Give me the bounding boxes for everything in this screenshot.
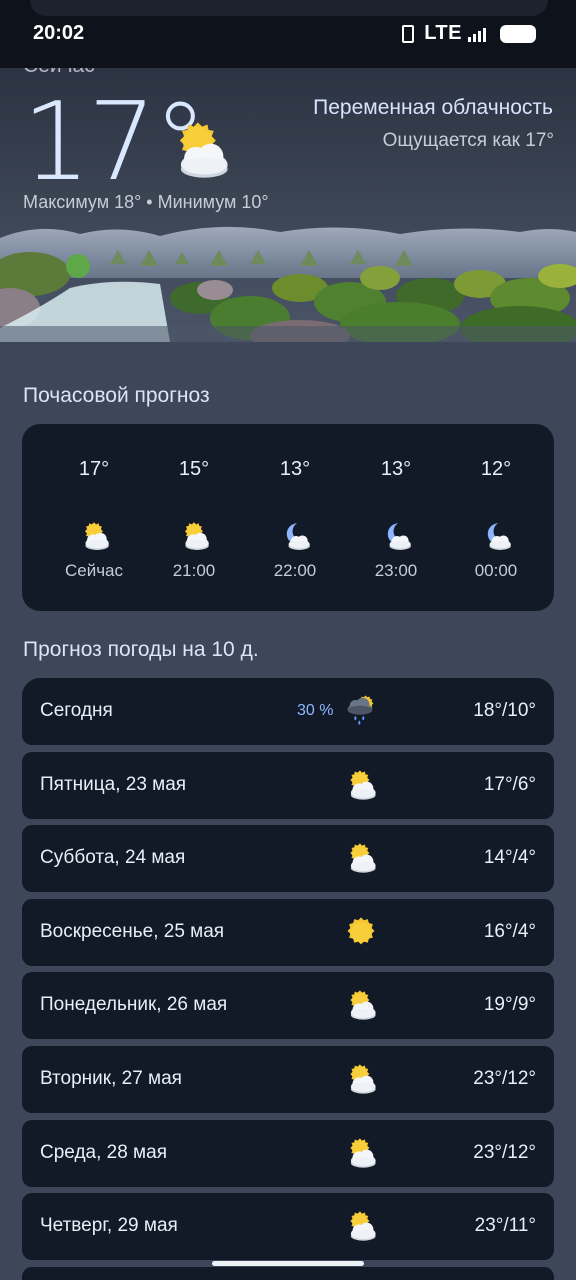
status-icons: LTE — [402, 22, 536, 45]
precipitation-chance: 30 % — [297, 702, 334, 719]
status-bar: 20:02 LTE — [0, 0, 576, 68]
day-name: Среда, 28 мая — [40, 1142, 167, 1163]
hourly-forecast-card[interactable]: 17° Сейчас 15° 21:00 13° 22:00 13° 23:00… — [22, 424, 554, 611]
day-name: Сегодня — [40, 700, 113, 721]
hourly-temp: 12° — [480, 458, 512, 480]
day-name: Воскресенье, 25 мая — [40, 921, 225, 942]
signal-icon — [468, 26, 486, 42]
hourly-time: 22:00 — [273, 561, 317, 580]
battery-icon — [500, 24, 536, 43]
hourly-temp: 17° — [78, 458, 110, 480]
current-condition: Переменная облачность — [313, 96, 553, 119]
daily-row[interactable]: Воскресенье, 25 мая 16°/4° — [22, 899, 554, 966]
day-temps: 14°/4° — [483, 847, 536, 868]
current-weather-hero: Сейчас 17° Переменная облачность Ощущает… — [0, 68, 576, 342]
day-name: Пятница, 23 мая — [40, 774, 187, 795]
day-name: Суббота, 24 мая — [40, 847, 186, 868]
daily-row[interactable]: Пятница, 23 мая 17°/6° — [22, 752, 554, 819]
max-min-temperature: Максимум 18° • Минимум 10° — [23, 192, 269, 212]
daily-row[interactable]: Суббота, 24 мая 14°/4° — [22, 825, 554, 892]
feels-like: Ощущается как 17° — [382, 130, 554, 151]
previous-panel-edge — [30, 0, 548, 16]
partly-cloudy-day-icon — [343, 1061, 379, 1097]
hourly-item: 15° 21:00 — [144, 424, 244, 611]
partly-cloudy-day-icon — [343, 987, 379, 1023]
hourly-item: 17° Сейчас — [44, 424, 144, 611]
landscape-illustration — [0, 226, 576, 342]
partly-cloudy-day-icon — [343, 767, 379, 803]
day-name: Понедельник, 26 мая — [40, 994, 228, 1015]
daily-row-partial[interactable] — [22, 1267, 554, 1280]
partly-cloudy-day-icon — [78, 519, 112, 553]
daily-row[interactable]: Вторник, 27 мая 23°/12° — [22, 1046, 554, 1113]
hourly-time: Сейчас — [64, 561, 124, 580]
hourly-temp: 15° — [178, 458, 210, 480]
daily-row-today[interactable]: Сегодня 30 % 18°/10° — [22, 678, 554, 745]
hourly-time: 23:00 — [374, 561, 418, 580]
hourly-item: 13° 23:00 — [346, 424, 446, 611]
daily-row[interactable]: Четверг, 29 мая 23°/11° — [22, 1193, 554, 1260]
day-temps: 17°/6° — [483, 774, 536, 795]
partly-cloudy-night-icon — [380, 519, 414, 553]
day-name: Четверг, 29 мая — [40, 1215, 178, 1236]
partly-cloudy-day-icon — [166, 116, 234, 184]
daily-row[interactable]: Среда, 28 мая 23°/12° — [22, 1120, 554, 1187]
day-temps: 23°/12° — [473, 1068, 536, 1089]
partly-cloudy-day-icon — [178, 519, 212, 553]
now-label: Сейчас — [23, 68, 95, 78]
partly-cloudy-night-icon — [279, 519, 313, 553]
network-type: LTE — [424, 22, 462, 44]
rain-cloud-icon — [343, 691, 379, 727]
hourly-item: 13° 22:00 — [245, 424, 345, 611]
partly-cloudy-day-icon — [343, 1208, 379, 1244]
daily-forecast-title: Прогноз погоды на 10 д. — [23, 638, 259, 661]
home-indicator[interactable] — [212, 1261, 364, 1266]
hourly-forecast-title: Почасовой прогноз — [23, 384, 210, 407]
day-name: Вторник, 27 мая — [40, 1068, 182, 1089]
hourly-temp: 13° — [279, 458, 311, 480]
partly-cloudy-day-icon — [343, 1135, 379, 1171]
vibrate-icon — [402, 24, 415, 43]
day-temps: 23°/11° — [474, 1215, 536, 1236]
day-temps: 16°/4° — [483, 921, 536, 942]
day-temps: 23°/12° — [473, 1142, 536, 1163]
day-temps: 19°/9° — [483, 994, 536, 1015]
hourly-temp: 13° — [380, 458, 412, 480]
hourly-time: 00:00 — [474, 561, 518, 580]
day-temps: 18°/10° — [473, 700, 536, 721]
partly-cloudy-day-icon — [343, 840, 379, 876]
hourly-time: 21:00 — [172, 561, 216, 580]
status-time: 20:02 — [33, 22, 85, 44]
hourly-item: 12° 00:00 — [446, 424, 546, 611]
daily-row[interactable]: Понедельник, 26 мая 19°/9° — [22, 972, 554, 1039]
partly-cloudy-night-icon — [480, 519, 514, 553]
sun-icon — [343, 914, 379, 950]
